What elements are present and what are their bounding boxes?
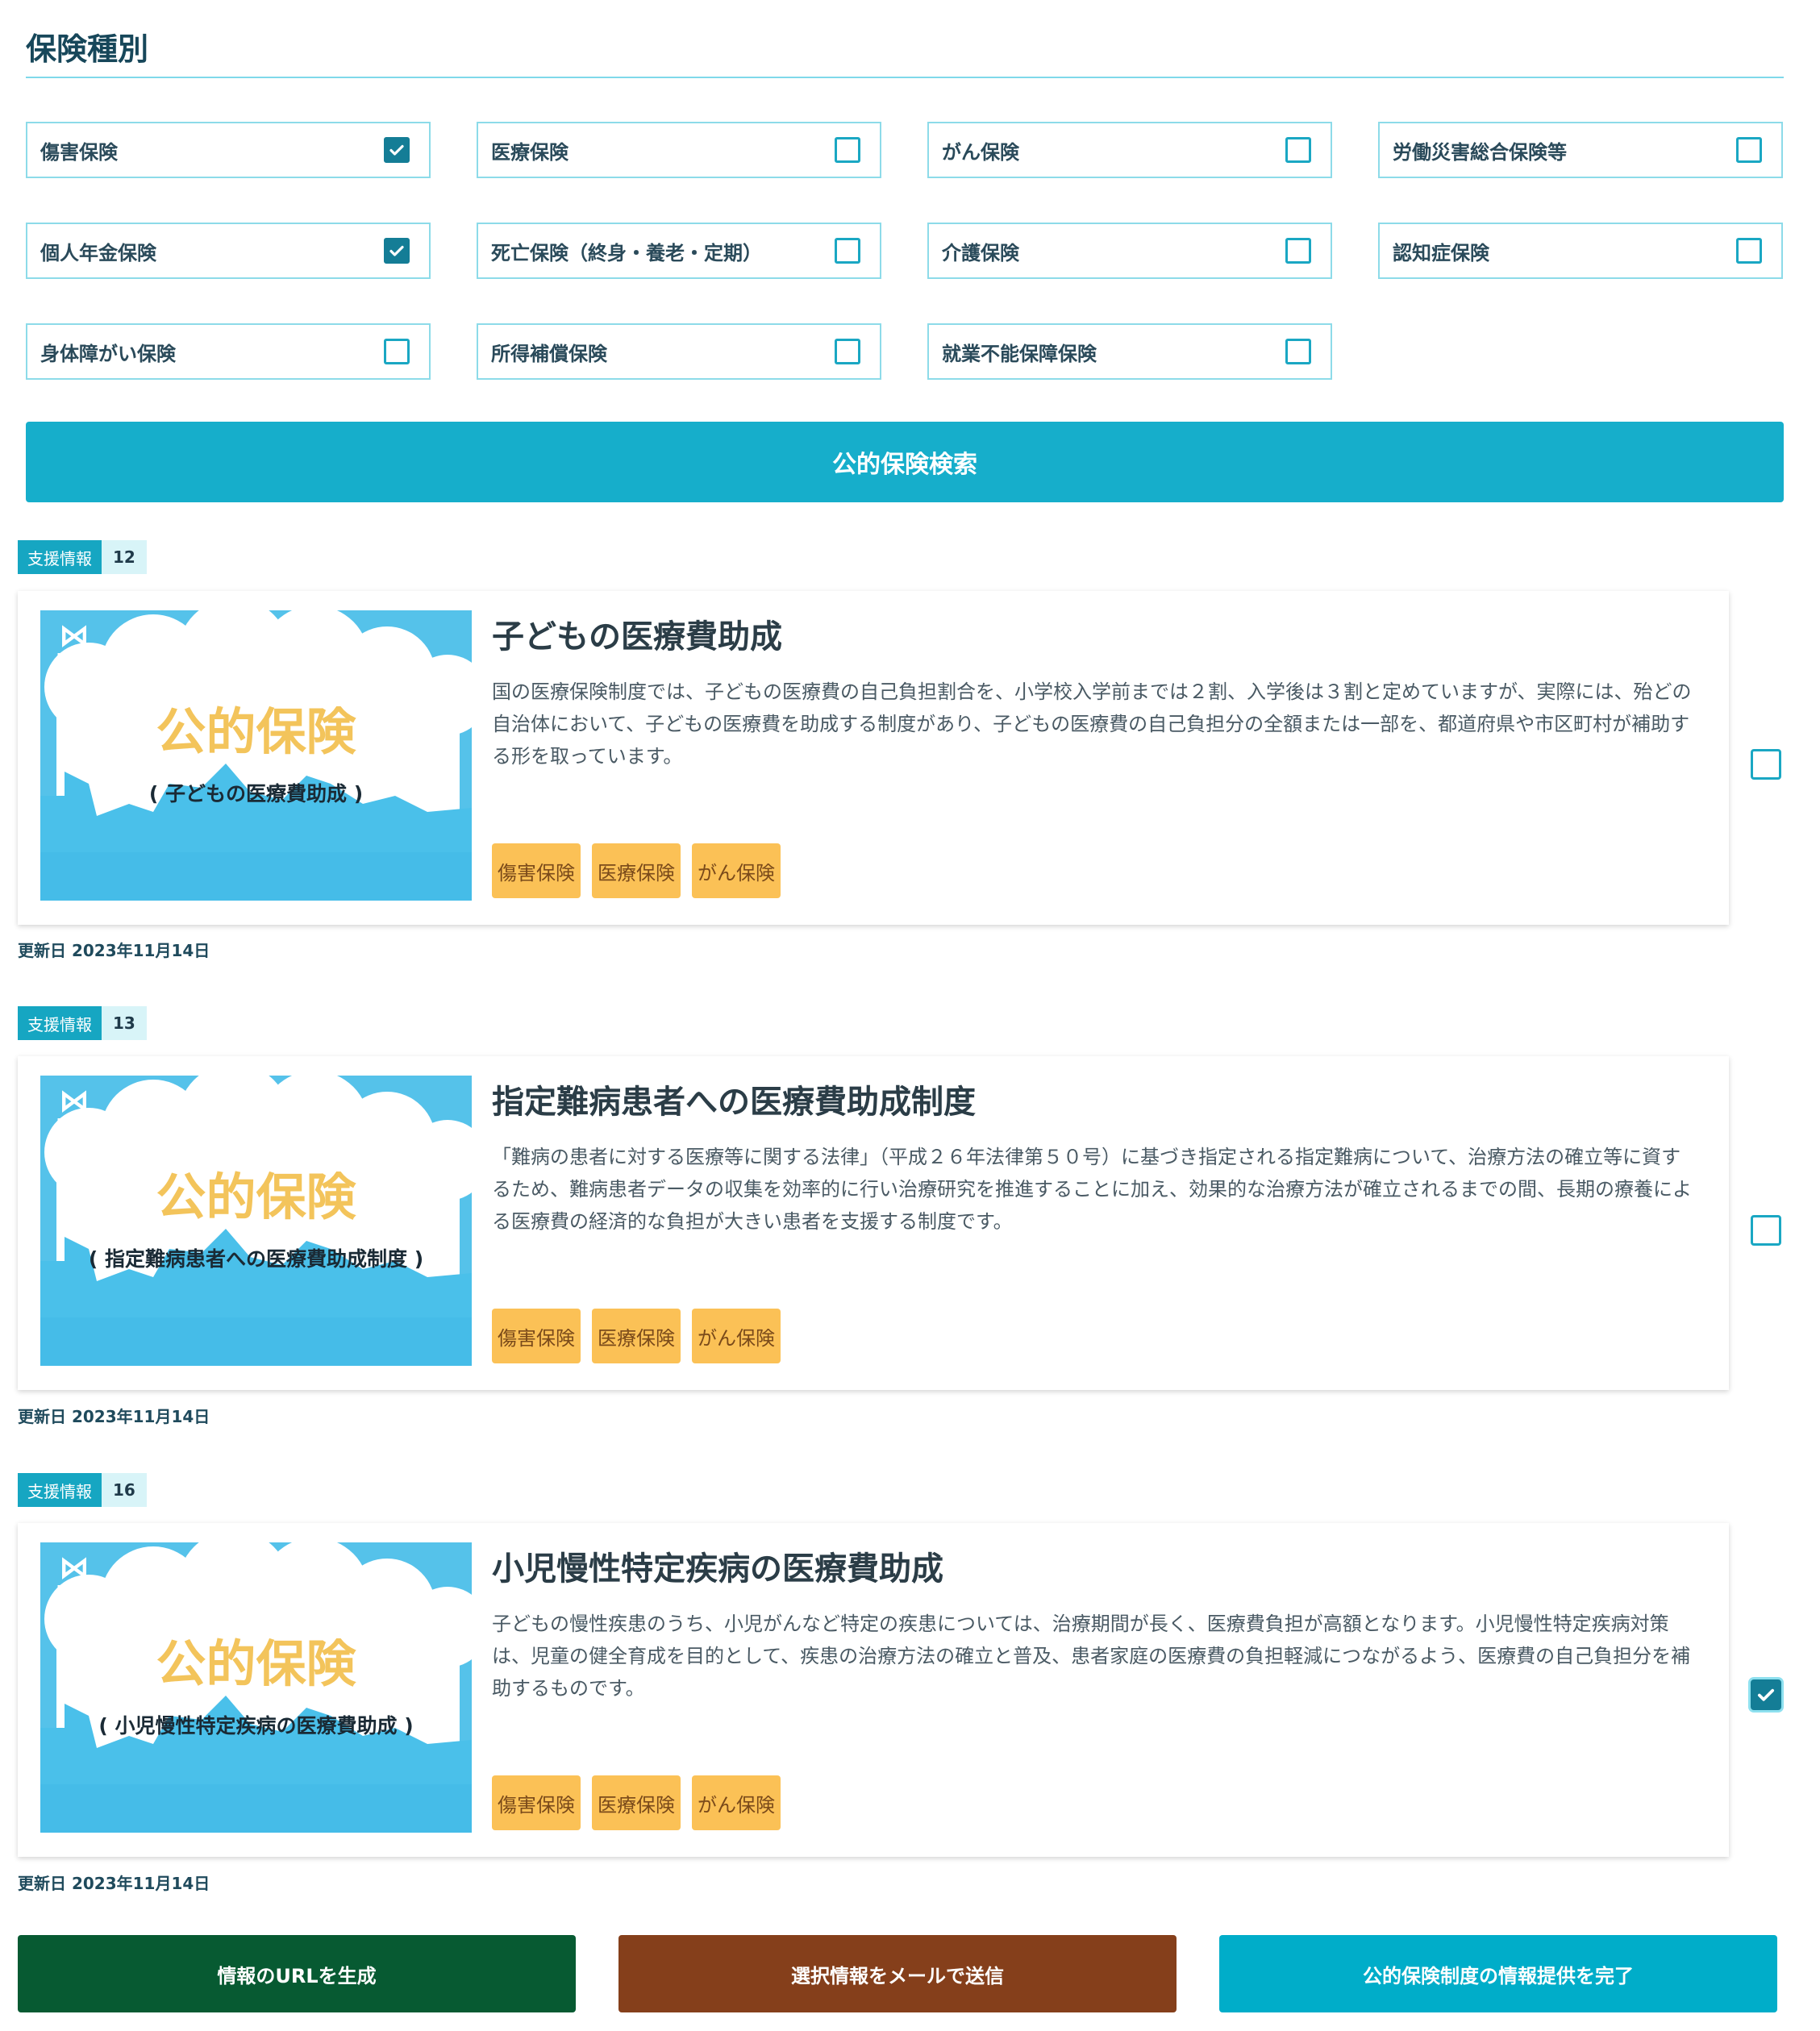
generate-url-button[interactable]: 情報のURLを生成 [18, 1935, 576, 2012]
tag: がん保険 [692, 843, 781, 898]
tag-list: 傷害保険 医療保険 がん保険 [492, 843, 781, 898]
logo-text: LIFE [56, 1583, 92, 1597]
card-title: 子どもの医療費助成 [492, 618, 782, 655]
logo-text: LIFE [56, 651, 92, 665]
thumb-heading: 公的保険 [156, 1634, 356, 1693]
check-icon [1757, 1688, 1775, 1701]
select-checkbox[interactable] [1751, 1215, 1781, 1246]
tag: 傷害保険 [492, 843, 581, 898]
tag: 医療保険 [592, 1309, 681, 1363]
send-email-button[interactable]: 選択情報をメールで送信 [618, 1935, 1177, 2012]
result-card[interactable]: ⋈ LIFE 公的保険 ( 小児慢性特定疾病の医療費助成 ) 小児慢性特定疾病の… [18, 1523, 1729, 1857]
badge-label: 支援情報 [18, 540, 102, 574]
checkbox[interactable] [835, 238, 860, 264]
logo: ⋈ LIFE [50, 620, 98, 665]
card-description: 国の医療保険制度では、子どもの医療費の自己負担割合を、小学校入学前までは２割、入… [492, 680, 1692, 768]
badge-number: 13 [102, 1006, 147, 1040]
badge-label: 支援情報 [18, 1006, 102, 1040]
badge-label: 支援情報 [18, 1473, 102, 1507]
checkbox-tile[interactable]: 認知症保険 [1378, 223, 1783, 279]
checkbox-label: 死亡保険（終身・養老・定期） [491, 241, 762, 264]
search-button[interactable]: 公的保険検索 [26, 422, 1784, 502]
card-description: 子どもの慢性疾患のうち、小児がんなど特定の疾患については、治療期間が長く、医療費… [492, 1613, 1691, 1700]
check-icon [389, 144, 404, 156]
thumbnail-image: ⋈ LIFE 公的保険 ( 子どもの医療費助成 ) [40, 610, 472, 901]
tag-list: 傷害保険 医療保険 がん保険 [492, 1775, 781, 1830]
select-checkbox[interactable] [1751, 749, 1781, 780]
thumb-heading: 公的保険 [156, 1167, 356, 1226]
checkbox-label: 労働災害総合保険等 [1393, 140, 1567, 164]
bowtie-icon: ⋈ [59, 1083, 90, 1118]
checkbox[interactable] [1285, 339, 1311, 364]
checkbox-label: 身体障がい保険 [40, 342, 176, 365]
checkbox-label: 個人年金保険 [40, 241, 156, 264]
logo-text: LIFE [56, 1116, 92, 1130]
thumb-subheading: ( 子どもの医療費助成 ) [148, 782, 364, 805]
thumb-subheading: ( 小児慢性特定疾病の医療費助成 ) [98, 1714, 414, 1738]
thumbnail-image: ⋈ LIFE 公的保険 ( 指定難病患者への医療費助成制度 ) [40, 1076, 472, 1366]
checkbox-label: 医療保険 [491, 140, 568, 164]
tag: 傷害保険 [492, 1309, 581, 1363]
result-badge: 支援情報 13 [18, 1006, 147, 1040]
result-badge: 支援情報 16 [18, 1473, 147, 1507]
tag-list: 傷害保険 医療保険 がん保険 [492, 1309, 781, 1363]
checkbox[interactable] [1285, 137, 1311, 163]
tag: がん保険 [692, 1775, 781, 1830]
badge-number: 12 [102, 540, 147, 574]
thumb-subheading: ( 指定難病患者への医療費助成制度 ) [88, 1247, 424, 1271]
checkbox-tile[interactable]: 所得補償保険 [477, 323, 881, 380]
checkbox-tile[interactable]: 労働災害総合保険等 [1378, 122, 1783, 178]
checkbox[interactable] [835, 339, 860, 364]
complete-button[interactable]: 公的保険制度の情報提供を完了 [1219, 1935, 1777, 2012]
checkbox[interactable] [384, 339, 410, 364]
result-card[interactable]: ⋈ LIFE 公的保険 ( 子どもの医療費助成 ) 子どもの医療費助成 国の医療… [18, 591, 1729, 925]
result-card[interactable]: ⋈ LIFE 公的保険 ( 指定難病患者への医療費助成制度 ) 指定難病患者への… [18, 1056, 1729, 1390]
tag: 傷害保険 [492, 1775, 581, 1830]
checkbox-tile[interactable]: がん保険 [927, 122, 1332, 178]
section-divider [26, 77, 1784, 78]
checkbox-label: がん保険 [942, 140, 1019, 164]
tag: 医療保険 [592, 843, 681, 898]
logo: ⋈ LIFE [50, 1085, 98, 1130]
checkbox[interactable] [1736, 137, 1762, 163]
result-badge: 支援情報 12 [18, 540, 147, 574]
updated-date: 更新日 2023年11月14日 [18, 1874, 210, 1893]
section-title: 保険種別 [26, 31, 149, 67]
updated-date: 更新日 2023年11月14日 [18, 941, 210, 960]
checkbox-label: 所得補償保険 [491, 342, 607, 365]
checkbox[interactable] [1736, 238, 1762, 264]
card-description: 「難病の患者に対する医療等に関する法律」（平成２６年法律第５０号）に基づき指定さ… [492, 1146, 1692, 1233]
checkbox-tile[interactable]: 就業不能保障保険 [927, 323, 1332, 380]
bowtie-icon: ⋈ [59, 1550, 90, 1585]
checkbox-label: 就業不能保障保険 [942, 342, 1097, 365]
bowtie-icon: ⋈ [59, 618, 90, 653]
checkbox[interactable] [1285, 238, 1311, 264]
select-checkbox[interactable] [1751, 1679, 1781, 1710]
checkbox[interactable] [384, 238, 410, 264]
card-title: 指定難病患者への医療費助成制度 [492, 1084, 976, 1121]
checkbox-tile[interactable]: 死亡保険（終身・養老・定期） [477, 223, 881, 279]
thumbnail-image: ⋈ LIFE 公的保険 ( 小児慢性特定疾病の医療費助成 ) [40, 1542, 472, 1833]
checkbox-tile[interactable]: 介護保険 [927, 223, 1332, 279]
tag: がん保険 [692, 1309, 781, 1363]
checkbox-label: 介護保険 [942, 241, 1019, 264]
checkbox-tile[interactable]: 身体障がい保険 [26, 323, 431, 380]
checkbox-tile[interactable]: 傷害保険 [26, 122, 431, 178]
tag: 医療保険 [592, 1775, 681, 1830]
updated-date: 更新日 2023年11月14日 [18, 1407, 210, 1426]
checkbox-label: 認知症保険 [1393, 241, 1489, 264]
checkbox[interactable] [384, 137, 410, 163]
checkbox-tile[interactable]: 個人年金保険 [26, 223, 431, 279]
checkbox-label: 傷害保険 [40, 140, 118, 164]
badge-number: 16 [102, 1473, 147, 1507]
thumb-heading: 公的保険 [156, 702, 356, 761]
checkbox[interactable] [835, 137, 860, 163]
card-title: 小児慢性特定疾病の医療費助成 [492, 1550, 943, 1588]
checkbox-tile[interactable]: 医療保険 [477, 122, 881, 178]
logo: ⋈ LIFE [50, 1552, 98, 1597]
check-icon [389, 245, 404, 256]
